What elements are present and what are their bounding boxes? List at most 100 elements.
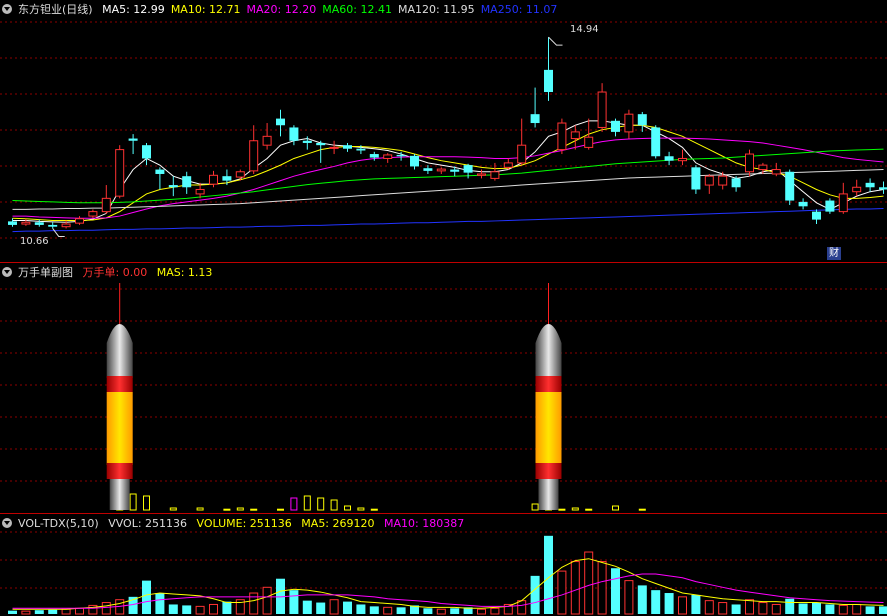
ma-legend-item-4: MA120: 11.95 (397, 3, 475, 16)
volume-bar (570, 561, 580, 615)
candle-body (61, 223, 71, 228)
candle-body (785, 171, 795, 201)
ma-legend-item-1: MA10: 12.71 (170, 3, 241, 16)
candle-body (771, 169, 781, 175)
candle-body (222, 176, 232, 181)
candle-body (34, 222, 44, 225)
candle-body (530, 114, 540, 124)
price-chart-pane[interactable]: 东方钽业(日线) MA5: 12.99 MA10: 12.71 MA20: 12.2… (0, 0, 887, 262)
wanshou-bar (250, 508, 258, 511)
wanshou-subchart-pane[interactable]: 万手单副图 万手单: 0.00 MAS: 1.13 (0, 263, 887, 513)
volume-bar (557, 570, 567, 615)
volume-bar (195, 605, 205, 615)
wanshou-bar (277, 508, 284, 511)
volume-bar (664, 593, 674, 614)
candlestick-chart[interactable] (0, 0, 887, 262)
volume-bar (865, 606, 875, 614)
volume-bar (825, 604, 835, 614)
ma-line-ma250 (12, 208, 884, 233)
candle-body (88, 211, 98, 217)
candle-body (798, 201, 808, 207)
dropdown-icon[interactable] (2, 518, 12, 528)
volume-pane[interactable]: VOL-TDX(5,10) VVOL: 251136 VOLUME: 25113… (0, 514, 887, 616)
wanshou-bar (303, 495, 311, 511)
low-marker (52, 228, 65, 237)
vol-ma10-value: MA10: 180387 (384, 517, 465, 530)
rocket-band (535, 463, 562, 479)
candle-body (745, 153, 754, 173)
volume-bar (423, 608, 433, 614)
vol-ma5-value: MA5: 269120 (301, 517, 375, 530)
candle-body (731, 178, 741, 188)
candle-body (182, 176, 192, 188)
candle-body (423, 168, 433, 171)
volume-bar (798, 603, 808, 614)
financial-report-badge[interactable]: 财 (827, 247, 841, 260)
ma-legend-item-2: MA20: 12.20 (246, 3, 317, 16)
wanshou-chart[interactable] (0, 263, 887, 513)
volume-bar (436, 608, 446, 615)
candle-body (503, 162, 513, 168)
candle-body (329, 146, 339, 149)
volume-bar (771, 603, 781, 615)
volume-bar (302, 600, 312, 614)
ma-legend-item-5: MA250: 11.07 (480, 3, 558, 16)
ma-line-ma10 (12, 124, 884, 221)
candle-body (450, 169, 460, 172)
mas-value: MAS: 1.13 (156, 266, 213, 279)
candle-body (101, 197, 111, 213)
rocket-band (535, 376, 562, 392)
wanshou-bar (143, 495, 150, 511)
candle-body (276, 118, 285, 126)
candle-body (624, 113, 634, 133)
dropdown-icon[interactable] (2, 267, 12, 277)
volume-bar (101, 602, 111, 615)
volume-bar (718, 602, 728, 615)
rocket-body (535, 392, 562, 465)
candle-body (825, 200, 835, 212)
wanshou-bar (585, 508, 593, 511)
high-price-label: 14.94 (570, 24, 599, 35)
volume-bar (758, 602, 768, 615)
candle-body (812, 211, 821, 220)
volume-bar (155, 593, 165, 614)
dropdown-icon[interactable] (2, 4, 12, 14)
high-marker (548, 36, 563, 46)
candle-body (570, 131, 580, 140)
candle-body (316, 142, 326, 146)
candle-body (168, 185, 178, 188)
wanshou-bar (558, 508, 566, 511)
volume-bar (356, 604, 366, 614)
volume-bar (142, 580, 151, 614)
wanshou-bar (357, 507, 365, 511)
rocket-tail (538, 479, 559, 510)
candle-body (678, 157, 687, 162)
candle-body (557, 122, 567, 151)
candle-body (75, 218, 84, 224)
candle-body (651, 127, 661, 157)
wanshou-bar (531, 503, 539, 511)
volume-bar (369, 606, 379, 614)
candle-body (396, 154, 406, 157)
candle-body (249, 140, 259, 172)
volume-bar (812, 602, 821, 614)
wanshou-bar (330, 499, 338, 511)
volume-bar (396, 607, 406, 614)
rocket-band (106, 376, 133, 392)
ma-legend-items: MA5: 12.99 MA10: 12.71 MA20: 12.20 MA60: 12… (102, 3, 563, 16)
candle-body (664, 156, 674, 161)
vol-title: VOL-TDX(5,10) (18, 517, 99, 530)
volume-bar (21, 610, 31, 615)
rocket-nose (535, 324, 562, 378)
volume-bar (517, 600, 527, 615)
candle-body (597, 91, 607, 128)
wanshou-bar (571, 507, 579, 511)
wanshou-title: 万手单副图 (18, 266, 73, 279)
volume-bar (611, 568, 620, 614)
volume-bar (316, 602, 326, 614)
candle-body (490, 171, 500, 179)
rocket-tail (109, 479, 130, 510)
volume-bar (651, 590, 661, 614)
wanshou-bar (223, 508, 231, 511)
rocket-band (106, 463, 133, 479)
